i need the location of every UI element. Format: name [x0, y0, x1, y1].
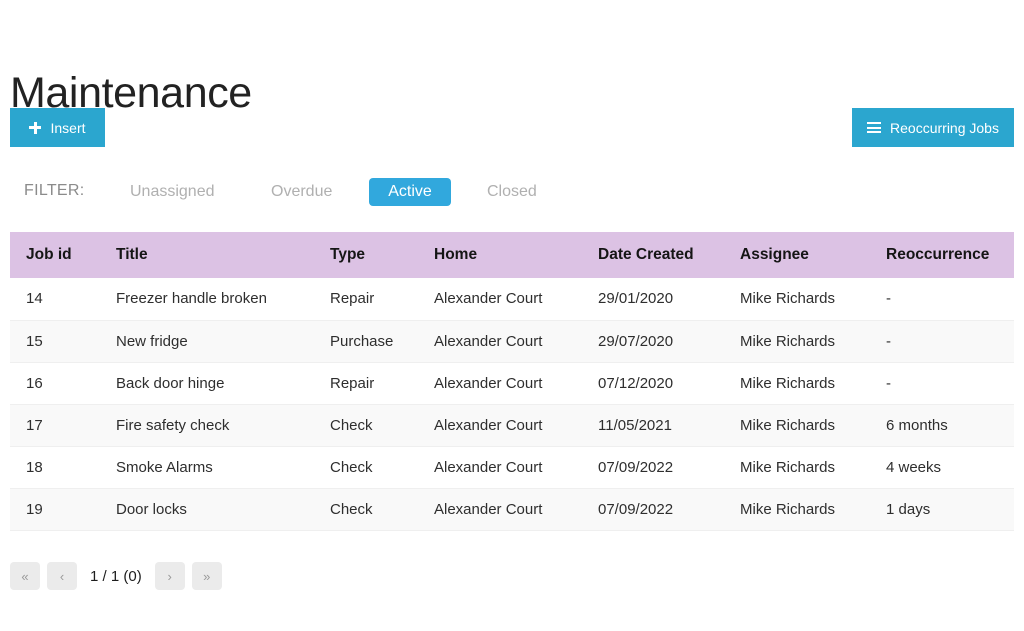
cell-type: Purchase — [314, 320, 418, 363]
column-header-date-created[interactable]: Date Created — [582, 232, 724, 278]
filter-chip-overdue[interactable]: Overdue — [258, 178, 345, 206]
cell-home: Alexander Court — [418, 362, 582, 405]
cell-home: Alexander Court — [418, 488, 582, 531]
cell-type: Check — [314, 404, 418, 447]
table-header: Job id Title Type Home Date Created Assi… — [10, 232, 1014, 278]
plus-icon — [29, 121, 42, 134]
maintenance-table: Job id Title Type Home Date Created Assi… — [10, 232, 1014, 531]
column-header-reoccurrence[interactable]: Reoccurrence — [870, 232, 1014, 278]
cell-title: Freezer handle broken — [100, 278, 314, 321]
cell-date-created: 11/05/2021 — [582, 404, 724, 447]
cell-date-created: 29/07/2020 — [582, 320, 724, 363]
table-row[interactable]: 17 Fire safety check Check Alexander Court 1… — [10, 404, 1014, 447]
column-header-home[interactable]: Home — [418, 232, 582, 278]
pagination-prev-button[interactable]: ‹ — [47, 562, 77, 590]
column-header-type[interactable]: Type — [314, 232, 418, 278]
filter-row: FILTER: Unassigned Overdue Active Closed — [0, 178, 1024, 208]
table-body: 14 Freezer handle broken Repair Alexander C… — [10, 278, 1014, 531]
cell-date-created: 07/09/2022 — [582, 488, 724, 531]
reoccurring-jobs-button[interactable]: Reoccurring Jobs — [852, 108, 1014, 147]
cell-title: Fire safety check — [100, 404, 314, 447]
pagination-status: 1 / 1 (0) — [90, 567, 142, 585]
cell-type: Repair — [314, 278, 418, 321]
cell-reoccurrence: 4 weeks — [870, 446, 1014, 489]
table-row[interactable]: 14 Freezer handle broken Repair Alexander C… — [10, 278, 1014, 321]
column-header-job-id[interactable]: Job id — [10, 232, 100, 278]
filter-chip-active[interactable]: Active — [369, 178, 451, 206]
insert-button-label: Insert — [50, 119, 86, 136]
cell-date-created: 29/01/2020 — [582, 278, 724, 321]
cell-reoccurrence: - — [870, 320, 1014, 363]
pagination-next-button[interactable]: › — [154, 562, 185, 590]
cell-assignee: Mike Richards — [724, 320, 870, 363]
cell-reoccurrence: - — [870, 278, 1014, 321]
reoccurring-jobs-button-label: Reoccurring Jobs — [890, 119, 999, 136]
cell-home: Alexander Court — [418, 320, 582, 363]
table-header-row: Job id Title Type Home Date Created Assi… — [10, 232, 1014, 278]
cell-job-id: 16 — [10, 362, 100, 405]
table-row[interactable]: 15 New fridge Purchase Alexander Court 29/07… — [10, 320, 1014, 363]
cell-reoccurrence: - — [870, 362, 1014, 405]
cell-assignee: Mike Richards — [724, 488, 870, 531]
cell-job-id: 18 — [10, 446, 100, 489]
pagination-last-button[interactable]: » — [191, 562, 222, 590]
insert-button[interactable]: Insert — [10, 108, 105, 147]
table-row[interactable]: 19 Door locks Check Alexander Court 07/09/20… — [10, 488, 1014, 531]
cell-date-created: 07/09/2022 — [582, 446, 724, 489]
filter-caption: FILTER: — [24, 182, 85, 199]
cell-type: Check — [314, 446, 418, 489]
table-row[interactable]: 18 Smoke Alarms Check Alexander Court 07/09/… — [10, 446, 1014, 489]
cell-title: New fridge — [100, 320, 314, 363]
filter-chip-closed[interactable]: Closed — [474, 178, 550, 206]
cell-assignee: Mike Richards — [724, 446, 870, 489]
cell-title: Smoke Alarms — [100, 446, 314, 489]
maintenance-page: Maintenance Insert Reoccurring Jobs FILT… — [0, 0, 1024, 631]
column-header-title[interactable]: Title — [100, 232, 314, 278]
cell-title: Door locks — [100, 488, 314, 531]
cell-job-id: 17 — [10, 404, 100, 447]
cell-assignee: Mike Richards — [724, 278, 870, 321]
column-header-assignee[interactable]: Assignee — [724, 232, 870, 278]
cell-home: Alexander Court — [418, 278, 582, 321]
cell-job-id: 19 — [10, 488, 100, 531]
pagination-first-button[interactable]: « — [10, 562, 40, 590]
filter-chip-unassigned[interactable]: Unassigned — [117, 178, 228, 206]
cell-home: Alexander Court — [418, 404, 582, 447]
cell-reoccurrence: 6 months — [870, 404, 1014, 447]
cell-assignee: Mike Richards — [724, 404, 870, 447]
table-row[interactable]: 16 Back door hinge Repair Alexander Court 07… — [10, 362, 1014, 405]
cell-type: Check — [314, 488, 418, 531]
cell-title: Back door hinge — [100, 362, 314, 405]
cell-reoccurrence: 1 days — [870, 488, 1014, 531]
cell-assignee: Mike Richards — [724, 362, 870, 405]
cell-date-created: 07/12/2020 — [582, 362, 724, 405]
cell-type: Repair — [314, 362, 418, 405]
pagination: « ‹ 1 / 1 (0) › » — [10, 562, 222, 590]
cell-home: Alexander Court — [418, 446, 582, 489]
hamburger-icon — [867, 122, 882, 133]
cell-job-id: 14 — [10, 278, 100, 321]
cell-job-id: 15 — [10, 320, 100, 363]
